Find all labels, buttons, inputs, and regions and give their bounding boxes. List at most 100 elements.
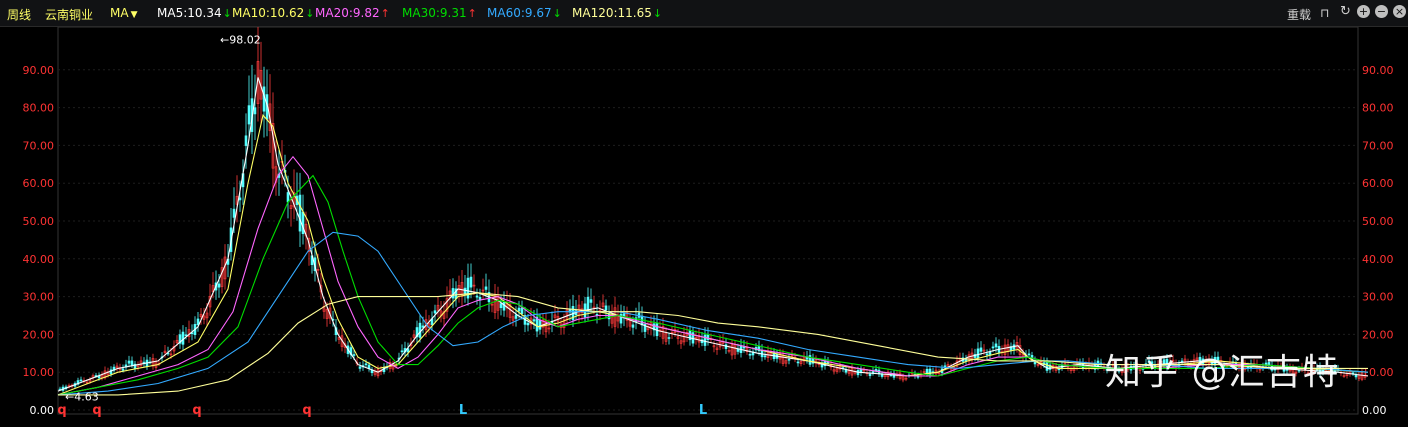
arrow-up-icon: ↑ [467,7,477,20]
event-marker: L [699,403,707,418]
y-tick-label-left: 50.00 [23,215,55,228]
arrow-up-icon: ↑ [380,7,390,20]
zoom-in-icon[interactable]: + [1357,5,1370,18]
candle-body [475,295,479,298]
y-tick-label-left: 70.00 [23,139,55,152]
ma-legend-item: MA30:9.31↑ [402,6,477,20]
candle-body [991,346,995,349]
candle-body [358,366,362,369]
reload-button[interactable]: 重载 [1287,6,1311,23]
period-selector[interactable]: 周线 [7,6,31,23]
ma-legend-item: MA5:10.34↓ [157,6,232,20]
candle-body [514,314,518,319]
y-tick-label-right: 90.00 [1362,64,1394,77]
candle-body [352,354,356,356]
candle-body [526,322,530,326]
candle-body [796,361,800,364]
candle-body [763,355,767,358]
candle-body [418,322,422,338]
candle-body [631,324,635,328]
high-label: ←98.02 [220,33,261,46]
y-tick-label-right: 30.00 [1362,291,1394,304]
candle-body [988,351,992,355]
candle-body [499,303,503,309]
candle-body [589,299,593,303]
candle-body [1030,355,1034,358]
candle-body [127,360,131,364]
event-marker: q [57,403,66,418]
candle-body [538,319,542,330]
candle-body [994,343,998,348]
candle-body [517,307,521,312]
candle-body [667,337,671,339]
y-tick-label-left: 80.00 [23,102,55,115]
candle-body [703,334,707,346]
candle-body [532,319,536,322]
candle-body [520,307,524,314]
zoom-out-icon[interactable]: − [1375,5,1388,18]
candle-body [1045,362,1049,371]
candle-body [364,363,368,366]
watermark: 知乎 @汇吉特 [1105,352,1340,393]
ma-legend-item: MA60:9.67↓ [487,6,562,20]
candle-body [1354,374,1358,378]
candle-body [787,358,791,361]
y-tick-label-right: 80.00 [1362,102,1394,115]
candle-body [1027,353,1031,356]
chart-toolbar: 周线 云南铜业 MA ▼ MA5:10.34↓ MA10:10.62↓ MA20:9.… [0,0,1408,27]
event-marker: q [192,403,201,418]
candle-body [232,208,236,218]
y-tick-label-left: 10.00 [23,366,55,379]
arrow-down-icon: ↓ [552,7,562,20]
candle-body [979,347,983,352]
y-tick-label-right: 0.00 [1362,404,1387,417]
candle-body [736,348,740,352]
candle-body [130,360,134,366]
candle-body [604,305,608,311]
y-tick-label-left: 60.00 [23,177,55,190]
y-tick-label-right: 50.00 [1362,215,1394,228]
y-tick-label-right: 20.00 [1362,328,1394,341]
candle-body [121,368,125,371]
indicator-selector[interactable]: MA ▼ [110,6,137,20]
indicator-label: MA [110,6,129,20]
candle-body [484,286,488,290]
candle-body [868,373,872,376]
arrow-down-icon: ↓ [652,7,663,20]
event-marker: q [302,403,311,418]
ma-legend-item: MA20:9.82↑ [315,6,390,20]
y-tick-label-left: 30.00 [23,291,55,304]
candle-body [79,379,83,382]
candle-body [181,331,185,345]
y-tick-label-left: 40.00 [23,253,55,266]
y-tick-label-right: 70.00 [1362,139,1394,152]
candle-body [217,283,221,288]
candle-body [976,348,980,358]
candle-body [748,353,752,356]
y-tick-label-left: 0.00 [30,404,55,417]
candle-body [433,310,437,314]
candle-body [253,107,257,115]
y-tick-label-left: 90.00 [23,64,55,77]
candle-body [469,276,473,288]
chevron-down-icon: ▼ [130,10,138,20]
ma-legend-item: MA120:11.65↓ [572,6,663,20]
close-icon[interactable]: × [1393,5,1406,18]
low-label: ←4.63 [65,390,99,403]
event-marker: L [459,403,467,418]
candle-body [184,334,188,337]
candle-body [238,197,242,201]
candle-body [985,353,989,356]
lock-icon[interactable]: ⊓ [1320,6,1329,20]
candle-body [244,135,248,146]
stock-name[interactable]: 云南铜业 [45,6,93,23]
arrow-down-icon: ↓ [222,7,232,20]
y-tick-label-left: 20.00 [23,328,55,341]
ma-legend-item: MA10:10.62↓ [232,6,315,20]
candle-body [400,350,404,353]
candle-body [298,194,302,232]
refresh-icon[interactable]: ↻ [1339,5,1352,18]
arrow-down-icon: ↓ [305,7,315,20]
candle-body [247,105,251,125]
y-tick-label-right: 40.00 [1362,253,1394,266]
